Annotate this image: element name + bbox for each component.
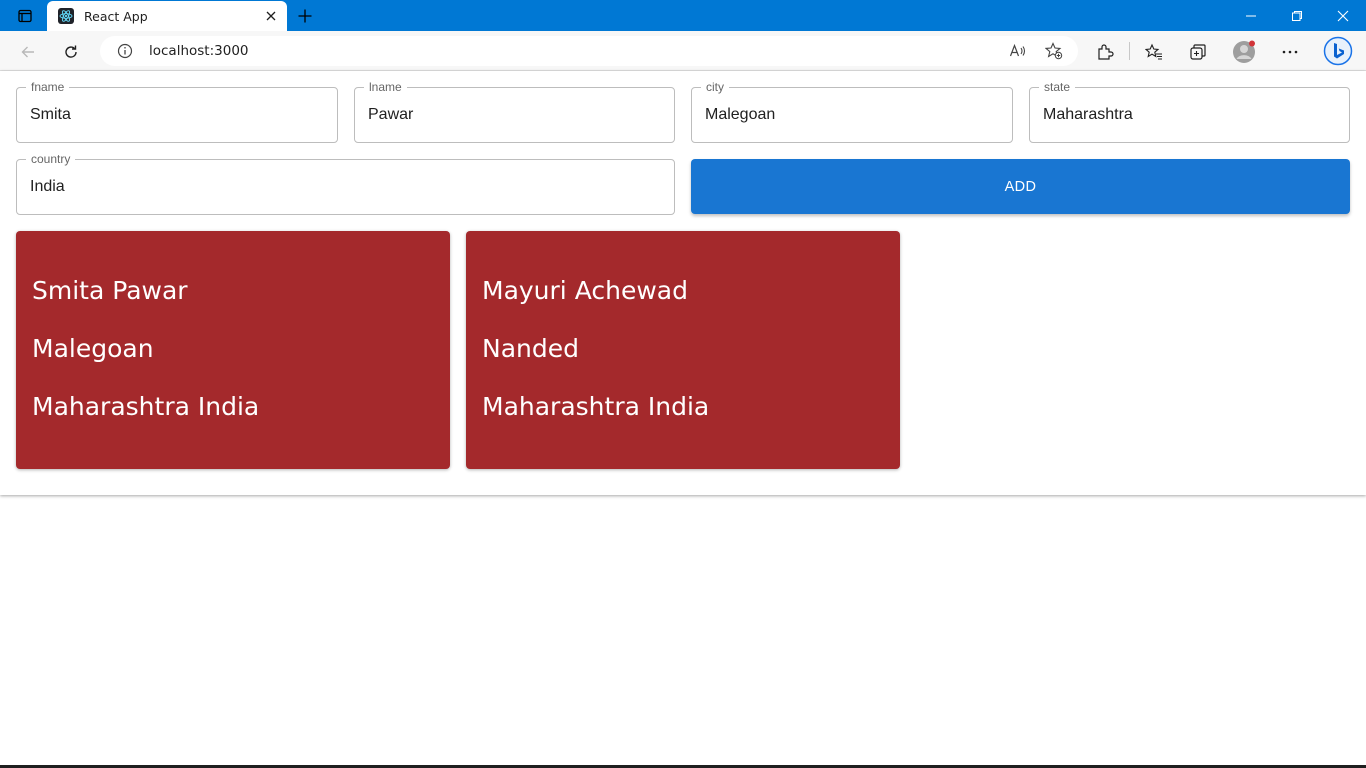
- collections-icon[interactable]: [1185, 39, 1211, 65]
- fname-field[interactable]: fname Smita: [16, 80, 338, 143]
- address-bar[interactable]: localhost:3000: [100, 36, 1078, 66]
- site-info-icon[interactable]: [117, 43, 133, 59]
- city-value[interactable]: Malegoan: [705, 106, 775, 124]
- back-icon[interactable]: [15, 39, 41, 65]
- person-card: Mayuri Achewad Nanded Maharashtra India: [466, 231, 900, 469]
- card-name: Mayuri Achewad: [482, 276, 688, 305]
- city-field[interactable]: city Malegoan: [691, 80, 1013, 143]
- tab-actions-icon[interactable]: [8, 5, 42, 27]
- profile-avatar-icon[interactable]: [1231, 39, 1257, 65]
- minimize-icon[interactable]: [1228, 0, 1274, 31]
- toolbar-divider: [1129, 42, 1130, 60]
- card-city: Nanded: [482, 334, 579, 363]
- state-value[interactable]: Maharashtra: [1043, 106, 1133, 124]
- card-region: Maharashtra India: [32, 392, 260, 421]
- tab-title: React App: [84, 8, 148, 24]
- country-label: country: [26, 152, 76, 166]
- state-label: state: [1039, 80, 1076, 94]
- read-aloud-icon[interactable]: [1005, 38, 1031, 64]
- card-city: Malegoan: [32, 334, 154, 363]
- new-tab-icon[interactable]: [293, 4, 317, 28]
- add-favorite-icon[interactable]: [1041, 38, 1067, 64]
- extensions-icon[interactable]: [1092, 39, 1118, 65]
- city-label: city: [701, 80, 729, 94]
- tab-close-icon[interactable]: [263, 8, 279, 24]
- page-content: fname Smita lname Pawar city Malegoan st…: [0, 71, 1366, 495]
- country-field[interactable]: country India: [16, 152, 675, 215]
- react-favicon-icon: [58, 8, 74, 24]
- restore-icon[interactable]: [1274, 0, 1320, 31]
- lname-value[interactable]: Pawar: [368, 106, 413, 124]
- card-region: Maharashtra India: [482, 392, 710, 421]
- title-bar: React App: [0, 0, 1366, 31]
- fname-value[interactable]: Smita: [30, 106, 71, 124]
- tab-react-app[interactable]: React App: [47, 1, 287, 31]
- more-menu-icon[interactable]: [1277, 39, 1303, 65]
- lname-label: lname: [364, 80, 407, 94]
- lname-field[interactable]: lname Pawar: [354, 80, 675, 143]
- person-card: Smita Pawar Malegoan Maharashtra India: [16, 231, 450, 469]
- refresh-icon[interactable]: [58, 39, 84, 65]
- favorites-icon[interactable]: [1141, 39, 1167, 65]
- close-window-icon[interactable]: [1320, 0, 1366, 31]
- add-button[interactable]: ADD: [691, 159, 1350, 214]
- fname-label: fname: [26, 80, 70, 94]
- url-text[interactable]: localhost:3000: [149, 43, 249, 59]
- state-field[interactable]: state Maharashtra: [1029, 80, 1350, 143]
- card-name: Smita Pawar: [32, 276, 188, 305]
- country-value[interactable]: India: [30, 178, 65, 196]
- browser-toolbar: localhost:3000: [0, 31, 1366, 71]
- bing-copilot-icon[interactable]: [1322, 35, 1354, 67]
